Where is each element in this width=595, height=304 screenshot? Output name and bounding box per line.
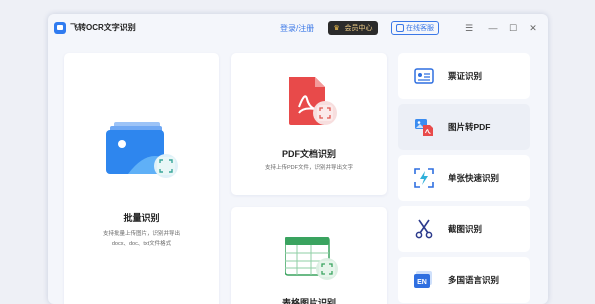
ticket-icon xyxy=(414,68,434,84)
sidebar-item-multilanguage[interactable]: EN 多国语言识别 xyxy=(398,257,530,303)
pdf-recognition-card[interactable]: PDF文档识别 支持上传PDF文件，识别并导出文字 xyxy=(231,53,387,195)
sidebar-item-screenshot[interactable]: 截图识别 xyxy=(398,206,530,252)
image-to-pdf-icon xyxy=(415,119,433,136)
batch-recognition-desc-2: docx、doc、txt文件格式 xyxy=(111,241,172,247)
title-bar: 飞转OCR文字识别 登录/注册 ♛ 会员中心 在线客服 ☰ — ☐ ✕ xyxy=(48,14,548,44)
sidebar-item-image-to-pdf[interactable]: 图片转PDF xyxy=(398,104,530,150)
login-register-link[interactable]: 登录/注册 xyxy=(280,23,314,34)
sidebar-item-label: 票证识别 xyxy=(448,71,483,81)
folder-scan-icon xyxy=(106,122,178,178)
pdf-scan-icon xyxy=(289,77,337,125)
sidebar-item-label: 图片转PDF xyxy=(448,122,491,132)
maximize-icon[interactable]: ☐ xyxy=(506,21,520,35)
minimize-icon[interactable]: — xyxy=(486,21,500,35)
member-center-label: 会员中心 xyxy=(344,25,373,32)
app-title: 飞转OCR文字识别 xyxy=(70,23,136,32)
quick-scan-icon xyxy=(414,168,434,188)
sidebar-item-label: 截图识别 xyxy=(448,224,483,234)
scissors-icon xyxy=(415,219,433,239)
sidebar-item-ticket[interactable]: 票证识别 xyxy=(398,53,530,99)
pdf-recognition-title: PDF文档识别 xyxy=(281,149,336,159)
online-service-button[interactable]: 在线客服 xyxy=(391,21,439,35)
sidebar-item-label: 单张快速识别 xyxy=(448,173,500,183)
online-service-label: 在线客服 xyxy=(406,25,434,32)
app-logo-icon xyxy=(54,22,66,34)
table-recognition-title: 表格图片识别 xyxy=(281,298,336,304)
member-center-button[interactable]: ♛ 会员中心 xyxy=(328,21,378,35)
language-en-icon: EN xyxy=(414,271,432,288)
svg-text:EN: EN xyxy=(417,279,427,286)
sidebar-item-label: 多国语言识别 xyxy=(448,275,500,285)
table-scan-icon xyxy=(285,237,338,280)
close-icon[interactable]: ✕ xyxy=(526,21,540,35)
chat-icon xyxy=(396,24,404,32)
batch-recognition-title: 批量识别 xyxy=(123,213,160,223)
app-window: 飞转OCR文字识别 登录/注册 ♛ 会员中心 在线客服 ☰ — ☐ ✕ 批量识别… xyxy=(48,14,548,304)
table-recognition-card[interactable]: 表格图片识别 xyxy=(231,207,387,304)
pdf-recognition-desc: 支持上传PDF文件，识别并导出文字 xyxy=(264,165,353,171)
batch-recognition-desc-1: 支持批量上传图片，识别并导出 xyxy=(102,231,180,237)
menu-icon[interactable]: ☰ xyxy=(462,21,476,35)
batch-recognition-card[interactable]: 批量识别 支持批量上传图片，识别并导出 docx、doc、txt文件格式 xyxy=(64,53,219,304)
sidebar-item-quick-scan[interactable]: 单张快速识别 xyxy=(398,155,530,201)
crown-icon: ♛ xyxy=(333,24,340,32)
